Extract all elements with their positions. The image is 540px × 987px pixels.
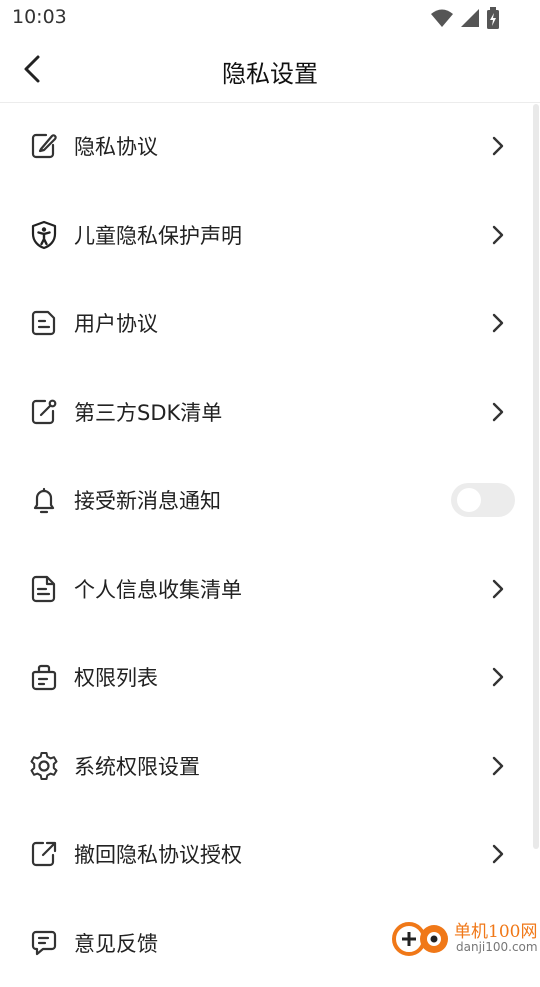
- row-new-message-notification: 接受新消息通知: [0, 456, 540, 545]
- document-icon: [28, 307, 60, 339]
- notification-toggle[interactable]: [451, 483, 515, 517]
- bag-list-icon: [28, 661, 60, 693]
- row-user-agreement[interactable]: 用户协议: [0, 279, 540, 368]
- status-icons: [430, 7, 500, 29]
- status-bar: 10:03: [0, 0, 540, 36]
- chevron-right-icon: [488, 134, 508, 158]
- row-label: 第三方SDK清单: [74, 397, 222, 427]
- row-label: 个人信息收集清单: [74, 574, 242, 604]
- watermark-text-en: danji100.com: [456, 940, 538, 954]
- share-edit-icon: [28, 396, 60, 428]
- chevron-right-icon: [488, 842, 508, 866]
- settings-list: 隐私协议 儿童隐私保护声明 用户协议 第三方SDK清单: [0, 102, 540, 987]
- file-list-icon: [28, 573, 60, 605]
- chevron-right-icon: [488, 754, 508, 778]
- toggle-knob: [457, 488, 481, 512]
- row-system-permission-settings[interactable]: 系统权限设置: [0, 722, 540, 811]
- row-label: 用户协议: [74, 308, 158, 338]
- battery-charging-icon: [486, 7, 500, 29]
- row-label: 儿童隐私保护声明: [74, 220, 242, 250]
- row-label: 系统权限设置: [74, 751, 200, 781]
- wifi-icon: [430, 8, 454, 28]
- row-revoke-privacy-authorization[interactable]: 撤回隐私协议授权: [0, 810, 540, 899]
- watermark-text-cn: 单机100网: [454, 917, 537, 942]
- row-label: 意见反馈: [74, 928, 158, 958]
- row-label: 接受新消息通知: [74, 485, 221, 515]
- scrollbar[interactable]: [533, 104, 539, 849]
- row-permission-list[interactable]: 权限列表: [0, 633, 540, 722]
- chevron-right-icon: [488, 400, 508, 424]
- row-third-party-sdk[interactable]: 第三方SDK清单: [0, 368, 540, 457]
- bell-icon: [28, 484, 60, 516]
- gear-icon: [28, 750, 60, 782]
- row-personal-info-list[interactable]: 个人信息收集清单: [0, 545, 540, 634]
- message-icon: [28, 927, 60, 959]
- external-link-icon: [28, 838, 60, 870]
- row-label: 隐私协议: [74, 131, 158, 161]
- chevron-right-icon: [488, 577, 508, 601]
- row-child-privacy[interactable]: 儿童隐私保护声明: [0, 191, 540, 280]
- page-title: 隐私设置: [0, 54, 540, 89]
- status-time: 10:03: [12, 6, 67, 28]
- row-label: 撤回隐私协议授权: [74, 839, 242, 869]
- chevron-right-icon: [488, 311, 508, 335]
- edit-note-icon: [28, 130, 60, 162]
- top-bar: 隐私设置: [0, 36, 540, 103]
- row-label: 权限列表: [74, 662, 158, 692]
- cell-signal-icon: [460, 8, 480, 28]
- chevron-right-icon: [488, 223, 508, 247]
- watermark: 单机100网 danji100.com: [390, 914, 540, 960]
- chevron-right-icon: [488, 665, 508, 689]
- child-shield-icon: [28, 219, 60, 251]
- row-privacy-agreement[interactable]: 隐私协议: [0, 102, 540, 191]
- danji-logo-icon: [390, 916, 454, 958]
